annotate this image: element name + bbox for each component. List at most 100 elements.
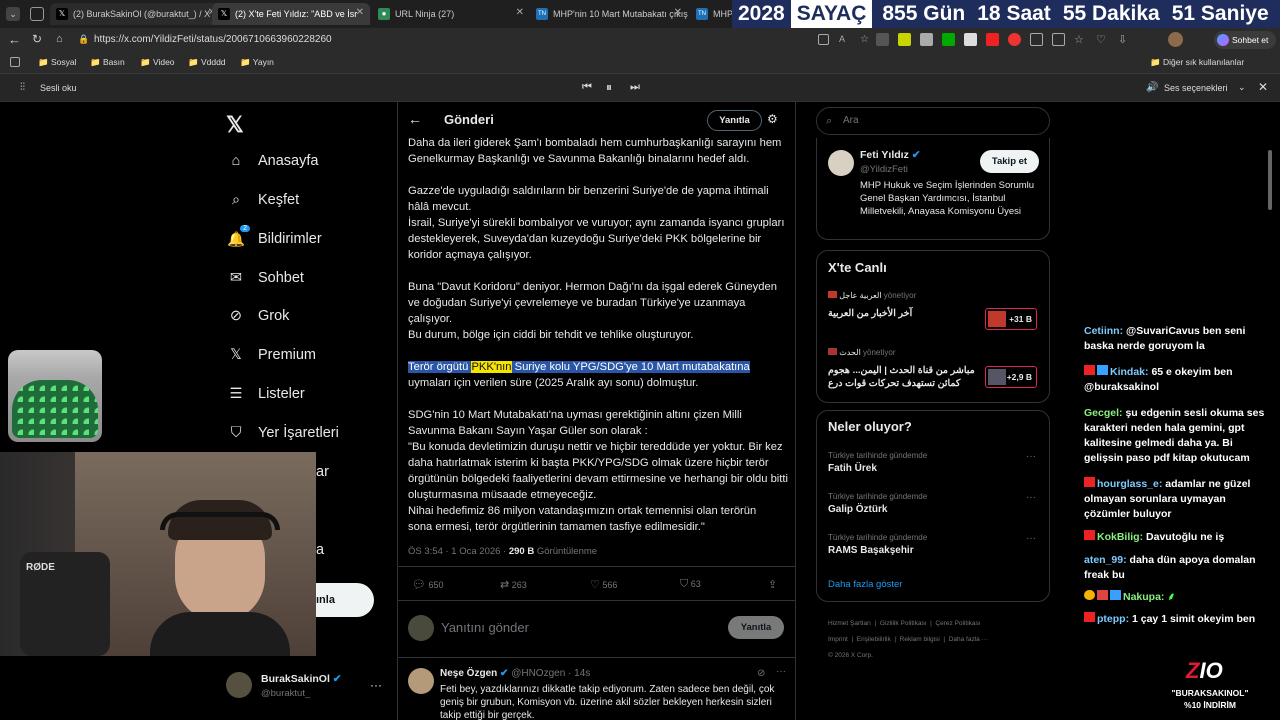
account-avatar[interactable]	[226, 672, 252, 698]
tab-url-ninja[interactable]: ● URL Ninja (27) ✕	[372, 3, 530, 25]
app-icon[interactable]	[818, 34, 829, 45]
footer-link[interactable]: Daha fazla ···	[949, 636, 988, 643]
nav-home[interactable]: ⌂ Anasayfa	[226, 146, 319, 176]
pause-icon[interactable]: ⏸	[606, 80, 612, 95]
extension-icon[interactable]	[920, 33, 933, 46]
live-title-item[interactable]: آخر الأخبار من العربية	[828, 308, 978, 319]
reply-action[interactable]: 💬︎ 650	[412, 578, 444, 591]
voice-options-icon[interactable]: 🔊	[1146, 82, 1158, 93]
downloads-icon[interactable]: ⇩	[1118, 33, 1131, 46]
more-icon[interactable]: ···	[370, 678, 382, 692]
extension-icon[interactable]	[1008, 33, 1021, 46]
badge-icon	[1084, 612, 1095, 622]
footer-link[interactable]: Hizmet Şartları	[828, 620, 871, 627]
collections-icon[interactable]: ♡	[1096, 33, 1109, 46]
post-paragraph: SDG'nin 10 Mart Mutabakatı'na uyması ger…	[408, 409, 742, 437]
favorites-icon[interactable]: ☆	[1074, 33, 1087, 46]
close-tab-icon[interactable]: ✕	[356, 7, 364, 18]
copilot-button[interactable]: Sohbet et	[1214, 31, 1276, 49]
extension-icon[interactable]	[942, 33, 955, 46]
reply-avatar[interactable]	[408, 668, 434, 694]
bookmark-action[interactable]: ⛉ 63	[680, 578, 701, 591]
zio-logo: ZIO	[1186, 658, 1223, 683]
extension-icon[interactable]	[964, 33, 977, 46]
trend-item[interactable]: Türkiye tarihinde gündemde RAMS Başakşehi…	[828, 533, 927, 556]
extension-icon[interactable]	[898, 33, 911, 46]
back-arrow-icon[interactable]: ←	[408, 111, 422, 127]
nav-notifications[interactable]: 🔔 2 Bildirimler	[226, 224, 322, 254]
extension-icon[interactable]	[876, 33, 889, 46]
show-more-link[interactable]: Daha fazla göster	[828, 579, 902, 590]
more-icon[interactable]: ···	[1026, 492, 1036, 503]
like-action[interactable]: ♡ 566	[590, 578, 617, 591]
live-title-item[interactable]: مباشر من قناة الحدث | اليمن... هجوم كمائ…	[828, 364, 978, 390]
live-count[interactable]: +2,9 B	[985, 366, 1037, 388]
close-tab-icon[interactable]: ✕	[516, 7, 524, 18]
search-input[interactable]: ⌕ Ara	[816, 107, 1050, 135]
bookmark-vdddd[interactable]: 📁 Vdddd	[188, 57, 226, 68]
bookmark-basin[interactable]: 📁 Basın	[90, 57, 125, 68]
footer-link[interactable]: Erişilebilirlik	[857, 636, 891, 643]
split-screen-icon[interactable]	[1052, 33, 1065, 46]
nav-bookmarks[interactable]: ⛉ Yer İşaretleri	[226, 418, 339, 448]
reply-submit-button[interactable]: Yanıtla	[728, 616, 784, 639]
reload-icon[interactable]: ↻	[32, 32, 42, 46]
copyright: © 2026 X Corp.	[828, 652, 873, 659]
x-logo-icon[interactable]: 𝕏	[226, 112, 244, 138]
url-field[interactable]: https://x.com/YildizFeti/status/20067106…	[88, 31, 808, 49]
profile-avatar[interactable]	[1168, 32, 1183, 47]
more-icon[interactable]: ···	[776, 666, 786, 677]
profile-avatar[interactable]	[828, 150, 854, 176]
tab-feti-yildiz[interactable]: 𝕏 (2) X'te Feti Yıldız: "ABD ve İsr ✕	[212, 3, 370, 25]
tab-menu-icon[interactable]: ⌄	[6, 7, 20, 21]
close-icon[interactable]: ✕	[1258, 80, 1268, 94]
share-icon[interactable]: ⇪	[768, 578, 777, 591]
more-icon[interactable]: ···	[1026, 533, 1036, 544]
nav-premium[interactable]: 𝕏 Premium	[226, 340, 316, 370]
bookmark-yayin[interactable]: 📁 Yayın	[240, 57, 274, 68]
footer-link[interactable]: Gizlilik Politikası	[880, 620, 927, 627]
bookmark-tab-icon[interactable]	[10, 57, 20, 67]
bookmark-video[interactable]: 📁 Video	[140, 57, 175, 68]
nav-explore[interactable]: ⌕ Keşfet	[226, 185, 299, 215]
live-source: الحدث yönetiyor	[828, 348, 896, 357]
extension-icon[interactable]	[986, 33, 999, 46]
tab-buraksakinol[interactable]: 𝕏 (2) BurakSakinOl (@buraktut_) / X ✕	[50, 3, 222, 25]
nav-lists[interactable]: ☰ Listeler	[226, 379, 305, 409]
reply-input[interactable]: Yanıtını gönder	[441, 620, 529, 635]
extension-icon[interactable]	[1030, 33, 1043, 46]
live-count[interactable]: +31 B	[985, 308, 1037, 330]
trend-item[interactable]: Türkiye tarihinde gündemde Fatih Ürek	[828, 451, 927, 474]
back-icon[interactable]: ←	[8, 32, 21, 47]
nav-grok[interactable]: ⊘ Grok	[226, 301, 290, 331]
more-icon[interactable]: ···	[1026, 451, 1036, 462]
chevron-down-icon[interactable]: ⌄	[1238, 82, 1246, 93]
grok-icon[interactable]: ⊘	[757, 668, 765, 679]
read-aloud-icon[interactable]: A	[839, 34, 850, 45]
badge-icon	[1110, 590, 1121, 600]
nav-chat[interactable]: ✉ Sohbet	[226, 263, 304, 293]
next-icon[interactable]: ⏭	[630, 81, 640, 94]
repost-action[interactable]: ⇄ 263	[500, 578, 527, 591]
bookmark-sosyal[interactable]: 📁 Sosyal	[38, 57, 76, 68]
trend-item[interactable]: Türkiye tarihinde gündemde Galip Öztürk	[828, 492, 927, 515]
footer-link[interactable]: Çerez Politikası	[935, 620, 980, 627]
close-tab-icon[interactable]: ✕	[674, 7, 682, 18]
chat-text: 1 çay 1 simit okeyim ben	[1132, 613, 1256, 625]
follow-button[interactable]: Takip et	[980, 150, 1039, 173]
footer-link[interactable]: Imprint	[828, 636, 848, 643]
header-reply-button[interactable]: Yanıtla	[707, 110, 762, 131]
previous-icon[interactable]: ⏮	[582, 81, 592, 94]
tab-mhp[interactable]: TN MHP'nin 10 Mart Mutabakatı çıkışı ✕	[530, 3, 688, 25]
favorite-star-icon[interactable]: ☆	[860, 34, 871, 45]
news-site-icon: TN	[536, 8, 548, 20]
settings-icon[interactable]: ⚙	[767, 112, 778, 126]
tab-mhp-2[interactable]: TN MHP'	[690, 3, 732, 25]
post-paragraph: Bu durum, bölge için ciddi bir tehdit ve…	[408, 329, 694, 341]
scrollbar[interactable]	[1268, 150, 1272, 210]
voice-options-label[interactable]: Ses seçenekleri	[1164, 83, 1228, 93]
footer-link[interactable]: Reklam bilgisi	[900, 636, 940, 643]
home-icon[interactable]: ⌂	[56, 33, 63, 45]
other-bookmarks[interactable]: 📁 Diğer sık kullanılanlar	[1150, 57, 1244, 68]
workspaces-icon[interactable]	[30, 7, 44, 21]
